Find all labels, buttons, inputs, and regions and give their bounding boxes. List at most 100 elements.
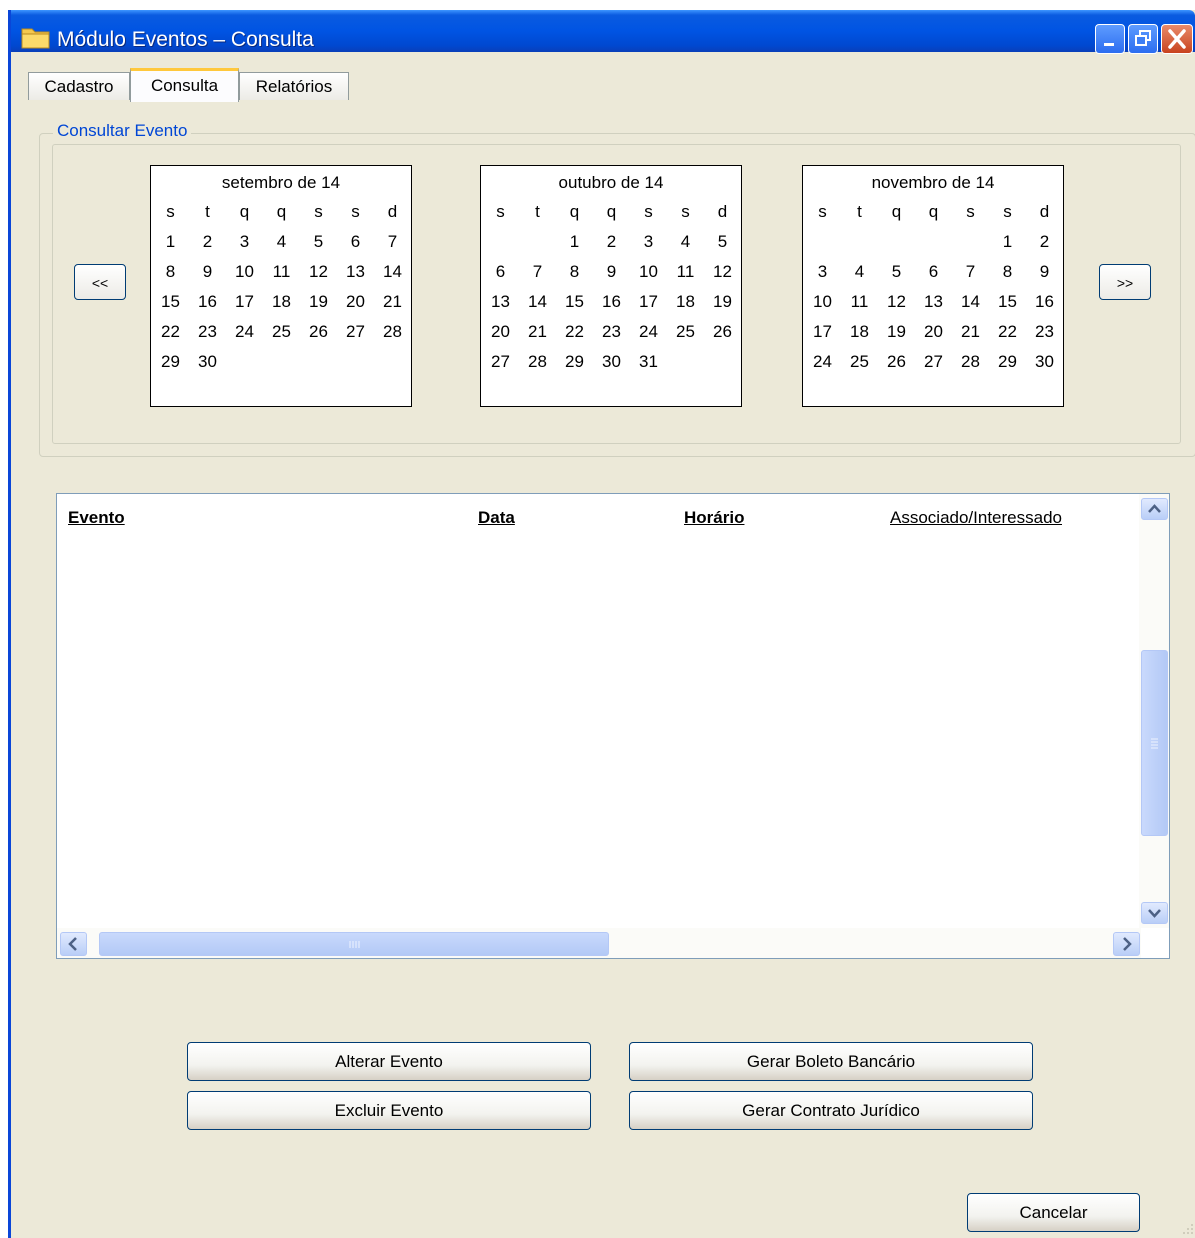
calendar-day[interactable]: 4	[667, 232, 704, 252]
calendar-day[interactable]: 10	[630, 262, 667, 282]
calendar-day[interactable]: 11	[667, 262, 704, 282]
column-header-data[interactable]: Data	[478, 508, 515, 528]
calendar-day[interactable]: 1	[989, 232, 1026, 252]
calendar-day[interactable]: 16	[1026, 292, 1063, 312]
calendar-day[interactable]: 12	[878, 292, 915, 312]
excluir-evento-button[interactable]: Excluir Evento	[187, 1091, 591, 1130]
tab-consulta[interactable]: Consulta	[130, 68, 239, 102]
calendar-day[interactable]: 11	[841, 292, 878, 312]
calendar-day[interactable]: 30	[1026, 352, 1063, 372]
calendar-day[interactable]: 23	[189, 322, 226, 342]
vertical-scrollbar[interactable]	[1139, 494, 1169, 928]
horizontal-scrollbar[interactable]	[57, 928, 1141, 958]
calendar-day[interactable]: 20	[915, 322, 952, 342]
calendar-day[interactable]: 19	[300, 292, 337, 312]
close-button[interactable]	[1161, 24, 1193, 54]
calendar-day[interactable]: 22	[556, 322, 593, 342]
scroll-down-button[interactable]	[1141, 902, 1168, 924]
scroll-right-button[interactable]	[1113, 932, 1140, 956]
calendar-day[interactable]: 27	[337, 322, 374, 342]
calendar-day[interactable]: 5	[704, 232, 741, 252]
calendar-day[interactable]: 4	[841, 262, 878, 282]
restore-button[interactable]	[1128, 24, 1158, 54]
calendar-day[interactable]: 13	[337, 262, 374, 282]
calendar-day[interactable]: 18	[841, 322, 878, 342]
calendar-day[interactable]: 7	[374, 232, 411, 252]
calendar-day[interactable]: 7	[519, 262, 556, 282]
calendar-day[interactable]: 16	[593, 292, 630, 312]
calendar-day[interactable]: 13	[482, 292, 519, 312]
calendar-day[interactable]: 14	[374, 262, 411, 282]
calendar-day[interactable]: 27	[915, 352, 952, 372]
calendar-day[interactable]: 25	[667, 322, 704, 342]
calendar-day[interactable]: 22	[152, 322, 189, 342]
calendar-day[interactable]: 18	[667, 292, 704, 312]
calendar-day[interactable]: 28	[519, 352, 556, 372]
calendar-day[interactable]: 21	[952, 322, 989, 342]
calendar-day[interactable]: 15	[152, 292, 189, 312]
calendar-day[interactable]: 7	[952, 262, 989, 282]
calendar-day[interactable]: 13	[915, 292, 952, 312]
calendar-day[interactable]: 9	[1026, 262, 1063, 282]
calendar-day[interactable]: 12	[704, 262, 741, 282]
horizontal-scroll-thumb[interactable]	[99, 932, 609, 956]
calendar-day[interactable]: 10	[226, 262, 263, 282]
column-header-horario[interactable]: Horário	[684, 508, 744, 528]
calendar-day[interactable]: 30	[593, 352, 630, 372]
calendar-day[interactable]: 17	[630, 292, 667, 312]
calendar-day[interactable]: 29	[556, 352, 593, 372]
calendar-day[interactable]: 6	[337, 232, 374, 252]
calendar-day[interactable]: 5	[300, 232, 337, 252]
calendar-day[interactable]: 30	[189, 352, 226, 372]
previous-month-button[interactable]: <<	[74, 264, 126, 300]
next-month-button[interactable]: >>	[1099, 264, 1151, 300]
calendar-day[interactable]: 11	[263, 262, 300, 282]
calendar-day[interactable]: 6	[915, 262, 952, 282]
calendar-day[interactable]: 8	[556, 262, 593, 282]
calendar-day[interactable]: 1	[152, 232, 189, 252]
calendar-day[interactable]: 9	[189, 262, 226, 282]
calendar-day[interactable]: 20	[337, 292, 374, 312]
calendar-day[interactable]: 31	[630, 352, 667, 372]
calendar-day[interactable]: 21	[519, 322, 556, 342]
calendar-day[interactable]: 20	[482, 322, 519, 342]
calendar-day[interactable]: 3	[630, 232, 667, 252]
calendar-day[interactable]: 29	[989, 352, 1026, 372]
alterar-evento-button[interactable]: Alterar Evento	[187, 1042, 591, 1081]
calendar-day[interactable]: 9	[593, 262, 630, 282]
calendar-day[interactable]: 25	[841, 352, 878, 372]
column-header-associado[interactable]: Associado/Interessado	[890, 508, 1062, 528]
calendar-day[interactable]: 15	[556, 292, 593, 312]
calendar-day[interactable]: 28	[374, 322, 411, 342]
calendar-day[interactable]: 2	[1026, 232, 1063, 252]
vertical-scroll-thumb[interactable]	[1141, 650, 1168, 836]
events-table[interactable]: Evento Data Horário Associado/Interessad…	[56, 493, 1170, 959]
calendar-day[interactable]: 19	[878, 322, 915, 342]
calendar-day[interactable]: 10	[804, 292, 841, 312]
calendar-day[interactable]: 17	[226, 292, 263, 312]
calendar-day[interactable]: 28	[952, 352, 989, 372]
calendar-day[interactable]: 2	[593, 232, 630, 252]
tab-cadastro[interactable]: Cadastro	[28, 72, 130, 100]
calendar-day[interactable]: 3	[226, 232, 263, 252]
calendar-day[interactable]: 4	[263, 232, 300, 252]
calendar-day[interactable]: 15	[989, 292, 1026, 312]
calendar-day[interactable]: 14	[519, 292, 556, 312]
calendar-day[interactable]: 23	[1026, 322, 1063, 342]
calendar-day[interactable]: 5	[878, 262, 915, 282]
calendar-day[interactable]: 24	[630, 322, 667, 342]
calendar-day[interactable]: 16	[189, 292, 226, 312]
calendar-day[interactable]: 18	[263, 292, 300, 312]
calendar-day[interactable]: 29	[152, 352, 189, 372]
column-header-evento[interactable]: Evento	[68, 508, 125, 528]
cancelar-button[interactable]: Cancelar	[967, 1193, 1140, 1232]
gerar-boleto-button[interactable]: Gerar Boleto Bancário	[629, 1042, 1033, 1081]
calendar-day[interactable]: 17	[804, 322, 841, 342]
calendar-day[interactable]: 25	[263, 322, 300, 342]
calendar-day[interactable]: 26	[878, 352, 915, 372]
calendar-day[interactable]: 3	[804, 262, 841, 282]
tab-relatorios[interactable]: Relatórios	[239, 72, 349, 100]
calendar-day[interactable]: 21	[374, 292, 411, 312]
calendar-day[interactable]: 8	[152, 262, 189, 282]
calendar-day[interactable]: 24	[804, 352, 841, 372]
